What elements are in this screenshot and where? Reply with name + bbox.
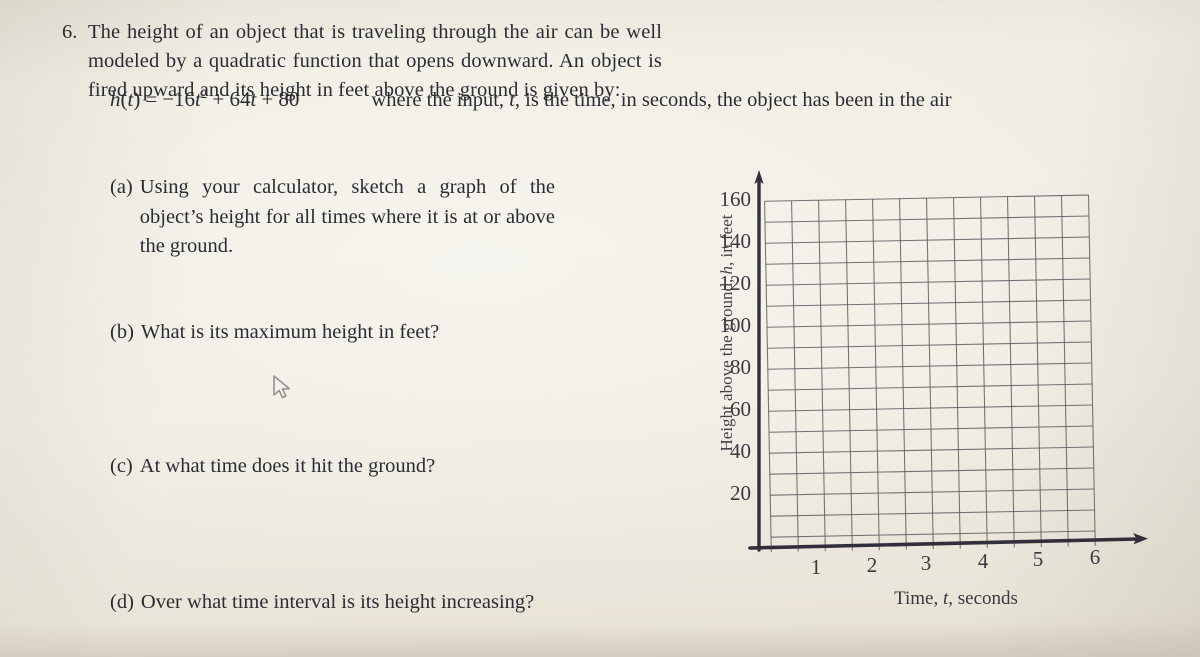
graph-svg: 160 140 120 100 80 60 40 20 1 2 3 4 5 6 [720, 170, 1148, 579]
equation-term3-constant: + 80 [261, 87, 300, 111]
y-axis-title-suffix: , in feet [717, 214, 736, 266]
coordinate-grid-graph: 160 140 120 100 80 60 40 20 1 2 3 4 5 6 … [676, 158, 1196, 638]
worksheet-page: 6. The height of an object that is trave… [0, 0, 1200, 657]
equation-open-paren: ( [120, 87, 128, 111]
equation-term1-coefficient: −16 [162, 87, 196, 111]
problem-part-a: (a) Using your calculator, sketch a grap… [110, 173, 555, 262]
graph-gridlines [764, 194, 1096, 553]
part-a-label: (a) [110, 176, 133, 198]
equation-term2-coefficient: + 64 [212, 87, 251, 111]
problem-part-d: (d) Over what time interval is its heigh… [110, 588, 630, 618]
problem-part-c: (c) At what time does it hit the ground? [110, 452, 570, 482]
part-d-label: (d) [110, 591, 134, 613]
y-axis-title-variable: h [717, 265, 736, 275]
part-c-label: (c) [110, 455, 133, 477]
part-d-text: Over what time interval is its height in… [140, 591, 535, 613]
equation-term1-exponent: 2 [200, 86, 208, 101]
equation-term2-variable: t [250, 87, 257, 111]
x-axis-title-suffix: , seconds [948, 588, 1018, 609]
part-a-text: Using your calculator, sketch a graph of… [139, 176, 555, 258]
x-tick-label: 6 [1090, 545, 1101, 569]
part-c-text: At what time does it hit the ground? [139, 455, 436, 477]
y-axis-title: Height above the ground, h, in feet [717, 208, 737, 458]
y-axis [754, 170, 764, 552]
part-b-label: (b) [110, 321, 134, 343]
equation-note-before: where the input, [371, 89, 510, 111]
equation-equals: = [145, 87, 158, 111]
problem-number: 6. [62, 21, 78, 43]
equation-function-name: h [110, 87, 121, 111]
y-tick-label: 20 [730, 481, 751, 505]
x-tick-label: 2 [867, 553, 878, 577]
x-tick-label: 5 [1033, 547, 1044, 571]
part-b-text: What is its maximum height in feet? [140, 321, 440, 343]
x-tick-label: 4 [978, 549, 989, 573]
equation-close-paren: ) [133, 87, 141, 111]
y-axis-title-prefix: Height above the ground, [717, 274, 736, 452]
x-tick-label: 1 [811, 555, 822, 579]
x-axis-title: Time, t, seconds [806, 588, 1106, 610]
problem-part-b: (b) What is its maximum height in feet? [110, 318, 570, 348]
x-tick-label: 3 [921, 551, 932, 575]
equation-row: h(t) = −16t2 + 64t + 80 where the input, t, … [22, 86, 1142, 112]
x-axis [748, 533, 1148, 550]
x-axis-title-prefix: Time, [894, 588, 943, 609]
equation-note: where the input, t, is the time, in seco… [371, 89, 951, 112]
equation-note-after: , is the time, in seconds, the object ha… [514, 89, 952, 111]
x-axis-tick-labels: 1 2 3 4 5 6 [811, 545, 1101, 579]
height-equation: h(t) = −16t2 + 64t + 80 [110, 86, 299, 112]
mouse-pointer-icon [273, 375, 290, 399]
